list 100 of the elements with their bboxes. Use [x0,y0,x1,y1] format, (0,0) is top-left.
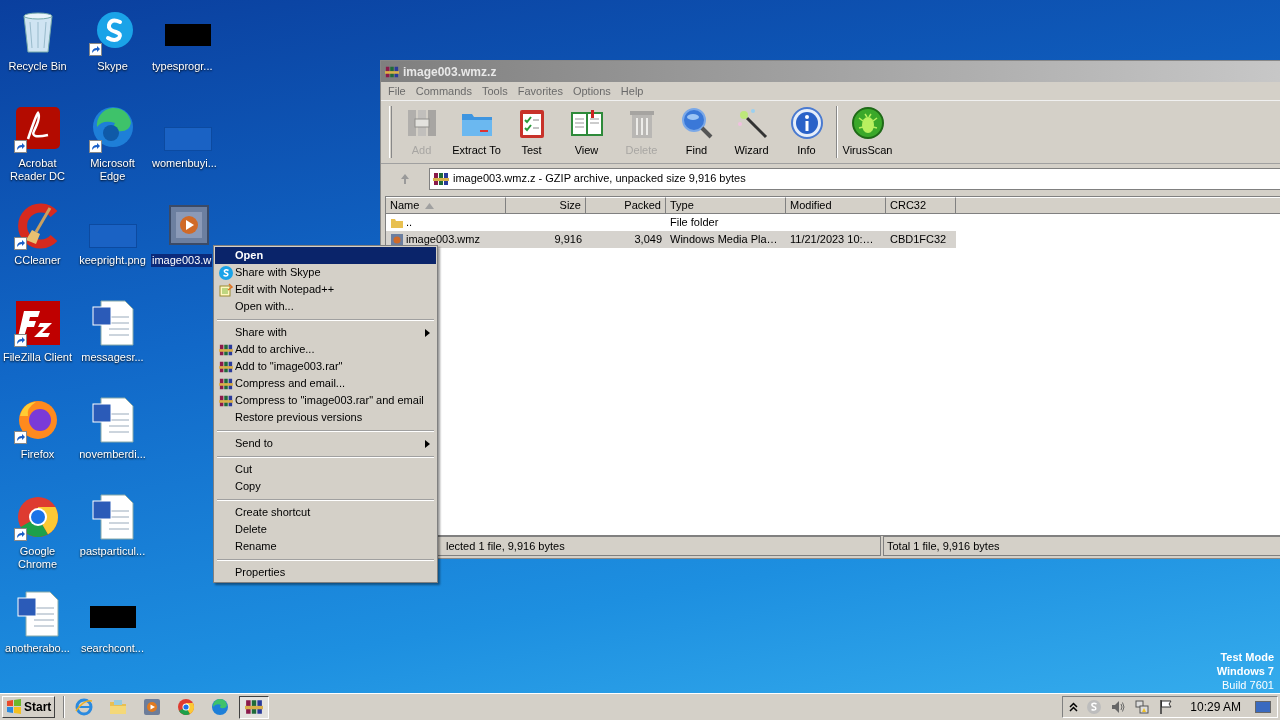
toolbar-button[interactable]: Extract To [449,103,504,161]
menu-option[interactable]: Add to "image003.rar" [215,358,436,375]
toolbar-button[interactable]: Wizard [724,103,779,161]
file-transfer-icon [13,299,62,347]
bug-icon [850,105,885,140]
desktop-icon-label[interactable]: image003.w [151,254,213,267]
menu-option[interactable]: Share with [215,324,436,341]
chevron-up-icon[interactable] [1069,702,1079,712]
system-notice-text: Build 7601 [1222,678,1274,692]
network-icon[interactable] [1134,699,1151,715]
image-thumbnail-icon [88,224,137,248]
column-header[interactable]: Modified [786,197,886,214]
desktop-icon-label[interactable]: Firefox [19,448,56,461]
menu-option[interactable]: Rename [215,538,436,555]
archive-icon [433,170,449,187]
system-notice-text: Test Mode [1220,650,1274,664]
packed-cell-text: 3,049 [634,232,662,248]
video-file-icon [390,232,404,247]
menu-option[interactable]: Restore previous versions [215,409,436,426]
menu-option[interactable]: Share with Skype [215,264,436,281]
desktop-icon-label[interactable]: CCleaner [13,254,62,267]
image-thumbnail-icon [163,127,212,151]
toolbar-button[interactable]: Find [669,103,724,161]
status-text: Total 1 file, 9,916 bytes [887,538,1000,554]
folder-icon [108,697,129,717]
toolbar-button[interactable]: Test [504,103,559,161]
flag-icon[interactable] [1158,699,1175,715]
desktop-icon-label[interactable]: pastparticul... [78,545,147,558]
type-cell-text: File folder [670,215,719,231]
menu-option[interactable]: Copy [215,478,436,495]
menu-option[interactable]: Create shortcut [215,504,436,521]
taskbar-app-button[interactable] [239,695,270,719]
info-icon [789,105,824,140]
size-cell-text: 9,916 [554,232,582,248]
menu-option[interactable]: Add to archive... [215,341,436,358]
menu-option[interactable]: Open with... [215,298,436,315]
windows-logo-icon [6,699,22,715]
modified-cell-text: 11/21/2023 10:… [790,232,874,248]
toolbar-button[interactable]: Info [779,103,834,161]
desktop-icon-label[interactable]: Skype [96,60,129,73]
menu-item[interactable]: Commands [410,82,477,100]
desktop-icon-label[interactable]: novemberdi... [78,448,147,461]
menu-option[interactable]: Delete [215,521,436,538]
archive-icon [219,359,233,374]
desktop-icon-label[interactable]: messagesr... [80,351,145,364]
menu-option[interactable]: Compress to "image003.rar" and email [215,392,436,409]
menu-item[interactable]: Tools [477,82,513,100]
speaker-icon[interactable] [1110,699,1127,715]
file-row[interactable]: .. File folder [386,214,956,231]
media-player-icon [142,697,163,717]
desktop-icon-label[interactable]: FileZilla Client [1,351,74,364]
clock[interactable]: 10:29 AM [1190,698,1241,716]
name-cell-text: .. [406,215,413,231]
desktop-icon-label[interactable]: anotherabo... [4,642,71,655]
menu-option[interactable]: Open [215,247,436,264]
archive-icon [245,698,264,716]
menu-item[interactable]: Help [615,82,649,100]
toolbar-button[interactable]: View [559,103,614,161]
archive-icon [219,393,233,408]
desktop-icon-label[interactable]: womenbuyi... [151,157,218,170]
column-header[interactable]: Packed [586,197,666,214]
menu-option[interactable]: Send to [215,435,436,452]
menu-option[interactable]: Compress and email... [215,375,436,392]
menu-item[interactable]: Favorites [512,82,568,100]
menu-option[interactable]: Properties [215,564,436,581]
desktop-icon-label[interactable]: searchcont... [80,642,145,655]
archive-icon [219,376,233,391]
column-header[interactable]: CRC32 [886,197,956,214]
system-notice-text: Windows 7 [1216,664,1274,678]
sort-arrow-icon [425,202,435,209]
skype-icon [219,265,233,280]
search-icon [679,105,714,140]
name-cell-text: image003.wmz [406,232,480,248]
desktop-icon-label[interactable]: typesprogr... [151,60,214,73]
skype-icon[interactable] [1086,699,1103,715]
desktop-icon-label[interactable]: keepright.png [78,254,147,267]
menu-item[interactable]: Options [567,82,616,100]
address-text: image003.wmz.z - GZIP archive, unpacked size 9,916 bytes [453,171,746,187]
submenu-arrow-icon [425,328,430,337]
desktop-icon-label[interactable]: Google Chrome [0,545,75,571]
column-header[interactable]: Name [386,197,506,214]
browser-wave-icon [210,697,231,717]
file-row[interactable]: image003.wmz 9,916 3,049 Windows Media Pla… 11/21/2023 10:… CBD1FC32 [386,231,956,248]
start-button[interactable]: Start [2,696,56,718]
desktop-icon-label[interactable]: Recycle Bin [7,60,68,73]
desktop-icon-label[interactable]: Acrobat Reader DC [0,157,75,183]
menu-option[interactable]: Edit with Notepad++ [215,281,436,298]
up-arrow-icon [399,172,411,185]
status-text: lected 1 file, 9,916 bytes [446,538,565,554]
browser-e-icon [74,697,95,717]
menu-item[interactable]: File [383,82,411,100]
crc-cell-text: CBD1FC32 [890,232,947,248]
column-header[interactable]: Size [506,197,586,214]
menu-option[interactable]: Cut [215,461,436,478]
toolbar-button[interactable]: VirusScan [840,103,895,161]
type-cell-text: Windows Media Pla… [670,232,778,248]
column-header[interactable]: Type [666,197,786,214]
browser-circle-icon [176,697,197,717]
address-field[interactable]: image003.wmz.z - GZIP archive, unpacked size 9,916 bytes [429,167,1280,190]
desktop-icon-label[interactable]: Microsoft Edge [75,157,150,183]
